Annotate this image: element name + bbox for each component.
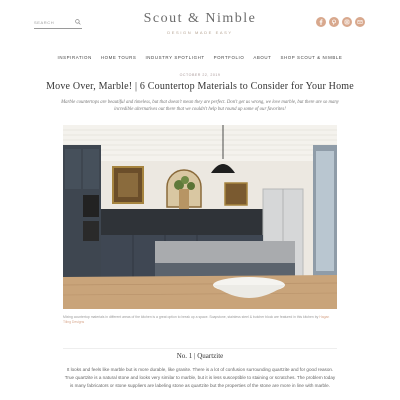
nav-item-about[interactable]: ABOUT <box>253 55 271 60</box>
section-divider <box>63 348 337 349</box>
nav-item-shop[interactable]: SHOP SCOUT & NIMBLE <box>280 55 342 60</box>
pinterest-icon[interactable] <box>329 17 339 27</box>
social-links <box>316 17 365 27</box>
image-caption: Mixing countertop materials in different… <box>63 315 337 325</box>
site-tagline: DESIGN MADE EASY <box>167 30 233 35</box>
post-intro: Marble countertops are beautiful and tim… <box>61 100 339 112</box>
site-header: Scout & Nimble DESIGN MADE EASY <box>0 0 400 52</box>
post-title: Move Over, Marble! | 6 Countertop Materi… <box>46 81 354 92</box>
caption-text: Mixing countertop materials in different… <box>63 315 319 319</box>
facebook-icon[interactable] <box>316 17 326 27</box>
instagram-icon[interactable] <box>342 17 352 27</box>
main-nav: INSPIRATION HOME TOURS INDUSTRY SPOTLIGH… <box>0 55 400 60</box>
email-icon[interactable] <box>355 17 365 27</box>
section-body: It looks and feels like marble but is mo… <box>64 367 336 388</box>
nav-item-industry-spotlight[interactable]: INDUSTRY SPOTLIGHT <box>145 55 204 60</box>
nav-item-inspiration[interactable]: INSPIRATION <box>58 55 92 60</box>
kitchen-illustration <box>63 125 337 309</box>
nav-item-portfolio[interactable]: PORTFOLIO <box>214 55 245 60</box>
post-date: OCTOBER 22, 2019 <box>179 73 221 77</box>
nav-item-home-tours[interactable]: HOME TOURS <box>101 55 137 60</box>
section-heading: No. 1 | Quartzite <box>176 352 224 360</box>
kitchen-hero-image <box>63 125 337 309</box>
